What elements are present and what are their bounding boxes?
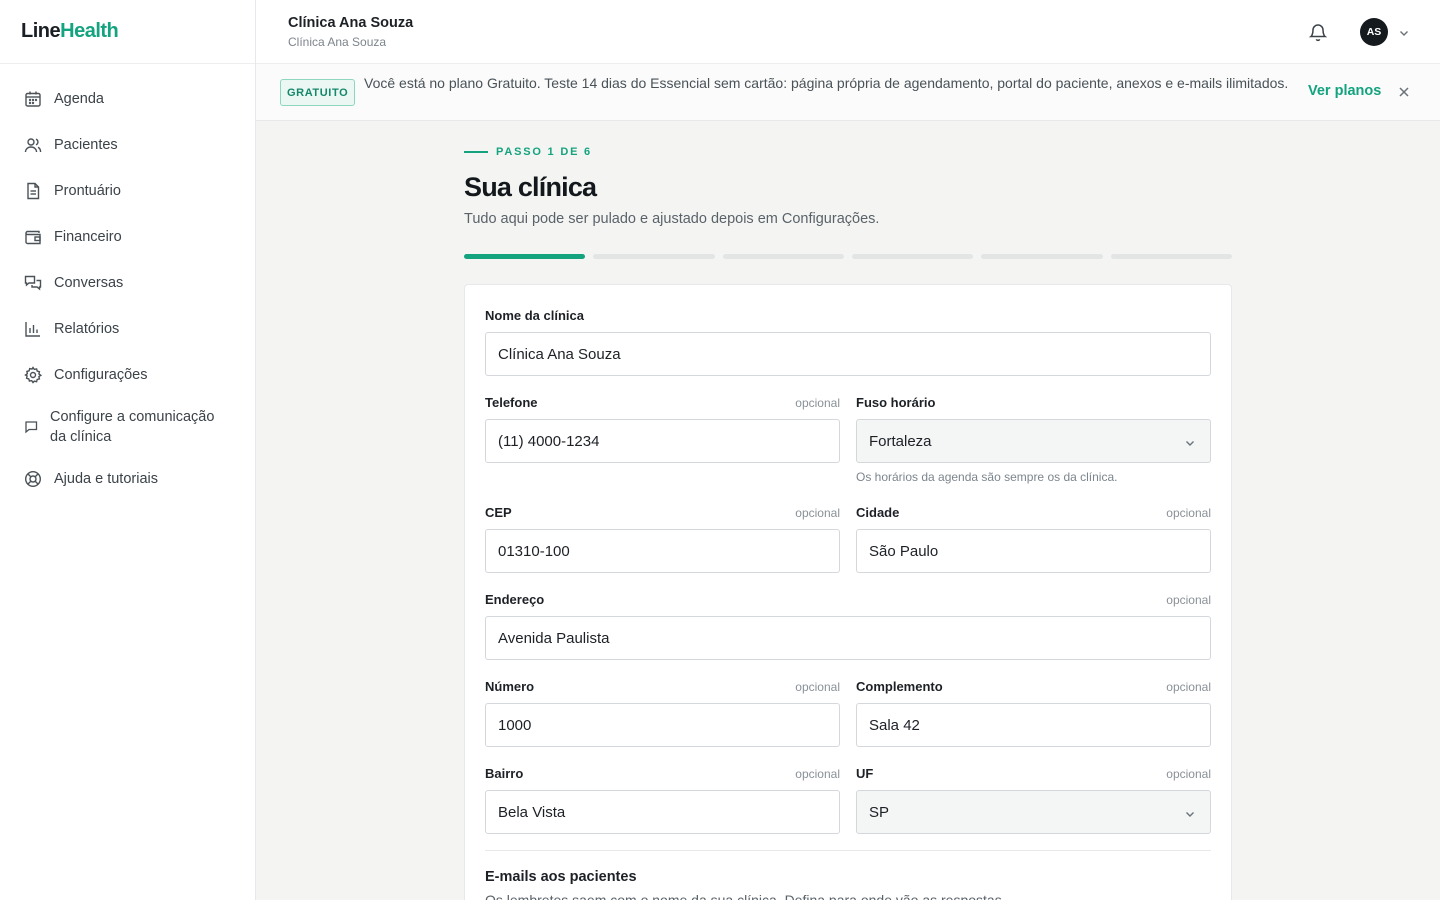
progress-segment <box>464 254 586 259</box>
phone-field[interactable]: (11) 4000-1234 <box>485 419 840 463</box>
city-label: Cidade <box>856 505 900 520</box>
chevron-down-icon <box>1184 807 1196 819</box>
life-buoy-icon <box>24 470 42 488</box>
avatar[interactable]: AS <box>1360 18 1388 46</box>
plan-banner: GRATUITO Você está no plano Gratuito. Te… <box>256 64 1440 121</box>
district-field[interactable]: Bela Vista <box>485 790 840 834</box>
top-header: Clínica Ana Souza Clínica Ana Souza AS <box>256 0 1440 64</box>
clinic-name-label: Nome da clínica <box>485 308 584 323</box>
cep-field[interactable]: 01310-100 <box>485 529 840 573</box>
sidebar-item-financeiro[interactable]: Financeiro <box>0 214 255 260</box>
sidebar-item-label: Ajuda e tutoriais <box>54 471 158 487</box>
optional-tag: opcional <box>1166 767 1211 781</box>
number-field[interactable]: 1000 <box>485 703 840 747</box>
plan-badge: GRATUITO <box>280 79 356 106</box>
plan-banner-text: Você está no plano Gratuito. Teste 14 di… <box>364 75 1289 91</box>
close-icon[interactable] <box>1397 85 1411 99</box>
calendar-icon <box>24 90 42 108</box>
timezone-label: Fuso horário <box>856 395 936 410</box>
progress-segment <box>981 254 1103 259</box>
wizard-progress <box>464 254 1232 260</box>
optional-tag: opcional <box>795 680 840 694</box>
chevron-down-icon <box>1184 436 1196 448</box>
clinic-form-card: Nome da clínica Clínica Ana Souza Telefo… <box>464 284 1232 900</box>
brand-logo-part1: Line <box>21 20 61 42</box>
brand-logo[interactable]: Line Health <box>0 0 255 64</box>
optional-tag: opcional <box>1166 593 1211 607</box>
sidebar: Line Health Agenda Pacientes Prontuário F… <box>0 0 256 900</box>
timezone-select[interactable]: Fortaleza <box>856 419 1211 463</box>
phone-label: Telefone <box>485 395 538 410</box>
sidebar-nav: Agenda Pacientes Prontuário Financeiro C… <box>0 64 255 502</box>
state-label: UF <box>856 766 874 781</box>
sidebar-item-prontuario[interactable]: Prontuário <box>0 168 255 214</box>
timezone-hint: Os horários da agenda são sempre os da c… <box>856 470 1118 484</box>
sidebar-item-label: Agenda <box>54 91 104 107</box>
gear-icon <box>24 366 42 384</box>
optional-tag: opcional <box>1166 506 1211 520</box>
sidebar-item-configuracoes[interactable]: Configurações <box>0 352 255 398</box>
emails-section-subtitle: Os lembretes saem com o nome da sua clín… <box>485 892 1006 900</box>
page-title: Sua clínica <box>464 172 597 202</box>
optional-tag: opcional <box>795 767 840 781</box>
sidebar-item-comunicacao[interactable]: Configure a comunicação da clínica <box>0 398 255 456</box>
users-icon <box>24 136 42 154</box>
timezone-value: Fortaleza <box>869 432 932 450</box>
bar-chart-icon <box>24 320 42 338</box>
section-divider <box>485 850 1211 851</box>
district-label: Bairro <box>485 766 524 781</box>
optional-tag: opcional <box>795 396 840 410</box>
cep-label: CEP <box>485 505 512 520</box>
step-label: PASSO 1 DE 6 <box>496 146 592 158</box>
bell-icon[interactable] <box>1308 22 1328 42</box>
sidebar-item-relatorios[interactable]: Relatórios <box>0 306 255 352</box>
clinic-name[interactable]: Clínica Ana Souza <box>288 15 413 31</box>
optional-tag: opcional <box>1166 680 1211 694</box>
sidebar-item-label: Configurações <box>54 367 148 383</box>
address-field[interactable]: Avenida Paulista <box>485 616 1211 660</box>
clinic-name-field[interactable]: Clínica Ana Souza <box>485 332 1211 376</box>
view-plans-link[interactable]: Ver planos <box>1308 83 1381 99</box>
sidebar-item-label: Conversas <box>54 275 124 291</box>
address-label: Endereço <box>485 592 545 607</box>
file-text-icon <box>24 182 42 200</box>
sidebar-item-pacientes[interactable]: Pacientes <box>0 122 255 168</box>
step-indicator: PASSO 1 DE 6 <box>464 146 592 158</box>
number-label: Número <box>485 679 535 694</box>
state-select[interactable]: SP <box>856 790 1211 834</box>
sidebar-item-label: Prontuário <box>54 183 121 199</box>
progress-segment <box>722 254 844 259</box>
chat-icon <box>24 274 42 292</box>
step-dash <box>464 151 488 153</box>
sidebar-item-label: Relatórios <box>54 321 120 337</box>
progress-segment <box>593 254 715 259</box>
complement-field[interactable]: Sala 42 <box>856 703 1211 747</box>
optional-tag: opcional <box>795 506 840 520</box>
brand-logo-part2: Health <box>60 20 119 42</box>
state-value: SP <box>869 803 890 821</box>
wallet-icon <box>24 228 42 246</box>
emails-section-title: E-mails aos pacientes <box>485 869 637 885</box>
city-field[interactable]: São Paulo <box>856 529 1211 573</box>
message-square-icon <box>24 418 38 436</box>
clinic-subtitle: Clínica Ana Souza <box>288 35 387 49</box>
progress-segment <box>851 254 974 259</box>
page-subtitle: Tudo aqui pode ser pulado e ajustado dep… <box>464 211 880 227</box>
sidebar-item-label: Pacientes <box>54 137 118 153</box>
sidebar-item-ajuda[interactable]: Ajuda e tutoriais <box>0 456 255 502</box>
progress-segment <box>1110 254 1232 259</box>
chevron-down-icon[interactable] <box>1398 26 1410 38</box>
sidebar-item-label: Configure a comunicação da clínica <box>50 409 215 445</box>
complement-label: Complemento <box>856 679 943 694</box>
sidebar-item-conversas[interactable]: Conversas <box>0 260 255 306</box>
sidebar-item-label: Financeiro <box>54 229 122 245</box>
sidebar-item-agenda[interactable]: Agenda <box>0 76 255 122</box>
